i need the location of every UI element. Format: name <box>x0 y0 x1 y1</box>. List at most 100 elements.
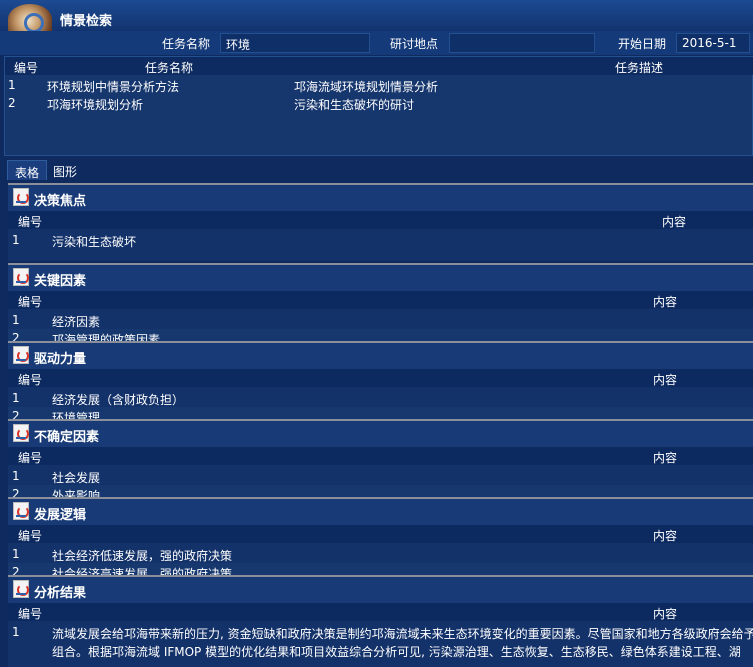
section-column-header: 编号 内容 <box>8 447 753 465</box>
row-id: 1 <box>12 233 20 247</box>
tab-table[interactable]: 表格 <box>7 160 48 180</box>
window-title: 情景检索 <box>60 14 113 29</box>
list-item[interactable]: 2 社会经济高速发展，强的政府决策 <box>8 563 753 575</box>
row-id: 1 <box>12 313 20 327</box>
section-title: 关键因素 <box>34 274 87 289</box>
row-content: 社会发展 <box>52 471 101 485</box>
col-header-content[interactable]: 内容 <box>653 293 677 310</box>
row-content: 外来影响 <box>52 489 101 497</box>
col-header-content[interactable]: 内容 <box>653 449 677 466</box>
row-content: 组合。根据邛海流域 IFMOP 模型的优化结果和项目效益综合分析可见, 污染源治… <box>52 645 741 659</box>
list-item[interactable]: 1 经济发展（含财政负担） <box>8 389 753 407</box>
section-title: 分析结果 <box>34 586 87 601</box>
list-item[interactable]: 1 社会经济低速发展，强的政府决策 <box>8 545 753 563</box>
row-id: 1 <box>12 625 20 639</box>
row-id: 2 <box>12 565 20 575</box>
section-decision-focus: 决策焦点 编号 内容 1 污染和生态破坏 <box>8 183 753 261</box>
col-header-id[interactable]: 编号 <box>14 59 38 76</box>
list-item[interactable]: 2 外来影响 <box>8 485 753 497</box>
col-header-content[interactable]: 内容 <box>653 527 677 544</box>
row-content: 社会经济高速发展，强的政府决策 <box>52 567 233 575</box>
title-bar: 情景检索 <box>0 0 753 34</box>
col-header-content[interactable]: 内容 <box>653 371 677 388</box>
list-item[interactable]: 1 社会发展 <box>8 467 753 485</box>
java-icon <box>13 580 29 598</box>
col-header-id[interactable]: 编号 <box>18 605 42 622</box>
section-column-header: 编号 内容 <box>8 603 753 621</box>
table-row[interactable]: 1 环境规划中情景分析方法 邛海流域环境规划情景分析 <box>5 76 753 94</box>
section-header: 分析结果 <box>8 577 753 603</box>
col-header-task-desc[interactable]: 任务描述 <box>615 59 663 76</box>
filter-bar: 任务名称 环境 研讨地点 开始日期 2016-5-1 <box>0 31 753 55</box>
section-title: 不确定因素 <box>34 430 100 445</box>
list-item[interactable]: 组合。根据邛海流域 IFMOP 模型的优化结果和项目效益综合分析可见, 污染源治… <box>8 641 753 659</box>
java-icon <box>13 268 29 286</box>
list-item[interactable]: 1 污染和生态破坏 <box>8 231 753 249</box>
row-id: 2 <box>12 331 20 341</box>
col-header-id[interactable]: 编号 <box>18 293 42 310</box>
section-header: 不确定因素 <box>8 421 753 447</box>
cell-task-name: 环境规划中情景分析方法 <box>47 80 180 94</box>
section-header: 决策焦点 <box>8 185 753 211</box>
task-name-label: 任务名称 <box>162 37 211 51</box>
row-id: 1 <box>12 547 20 561</box>
row-content: 社会经济低速发展，强的政府决策 <box>52 549 233 563</box>
col-header-id[interactable]: 编号 <box>18 213 42 230</box>
col-header-id[interactable]: 编号 <box>18 449 42 466</box>
section-header: 发展逻辑 <box>8 499 753 525</box>
col-header-id[interactable]: 编号 <box>18 527 42 544</box>
java-icon <box>13 502 29 520</box>
cell-task-desc: 邛海流域环境规划情景分析 <box>294 80 439 94</box>
section-header: 驱动力量 <box>8 343 753 369</box>
row-content: 经济发展（含财政负担） <box>52 393 185 407</box>
location-label: 研讨地点 <box>390 37 439 51</box>
col-header-id[interactable]: 编号 <box>18 371 42 388</box>
row-id: 2 <box>12 487 20 497</box>
section-column-header: 编号 内容 <box>8 525 753 543</box>
section-key-factors: 关键因素 编号 内容 1 经济因素 2 邛海管理的政策因素 <box>8 263 753 341</box>
list-item[interactable]: 1 流域发展会给邛海带来新的压力, 资金短缺和政府决策是制约邛海流域未来生态环境… <box>8 623 753 641</box>
row-content: 流域发展会给邛海带来新的压力, 资金短缺和政府决策是制约邛海流域未来生态环境变化… <box>52 627 753 641</box>
start-date-input[interactable]: 2016-5-1 <box>676 33 750 53</box>
col-header-task-name[interactable]: 任务名称 <box>145 59 193 76</box>
list-item[interactable]: 2 邛海管理的政策因素 <box>8 329 753 341</box>
table-row[interactable]: 2 邛海环境规划分析 污染和生态破坏的研讨 <box>5 94 753 112</box>
list-item[interactable]: 1 经济因素 <box>8 311 753 329</box>
sections-panel: 决策焦点 编号 内容 1 污染和生态破坏 关键因素 编号 内容 1 经济因素 2… <box>8 183 753 667</box>
section-title: 发展逻辑 <box>34 508 87 523</box>
row-content: 邛海管理的政策因素 <box>52 333 161 341</box>
app-logo-icon <box>8 4 52 34</box>
view-tabs: 表格 图形 <box>4 158 753 180</box>
section-header: 关键因素 <box>8 265 753 291</box>
col-header-content[interactable]: 内容 <box>653 605 677 622</box>
cell-task-name: 邛海环境规划分析 <box>47 98 144 112</box>
row-content: 污染和生态破坏 <box>52 235 137 249</box>
java-icon <box>13 346 29 364</box>
task-name-input[interactable]: 环境 <box>220 33 370 53</box>
list-item[interactable]: 2 环境管理 <box>8 407 753 419</box>
section-column-header: 编号 内容 <box>8 369 753 387</box>
section-development-logic: 发展逻辑 编号 内容 1 社会经济低速发展，强的政府决策 2 社会经济高速发展，… <box>8 497 753 575</box>
section-column-header: 编号 内容 <box>8 291 753 309</box>
col-header-content[interactable]: 内容 <box>662 213 686 230</box>
section-driving-forces: 驱动力量 编号 内容 1 经济发展（含财政负担） 2 环境管理 <box>8 341 753 419</box>
cell-id: 2 <box>8 96 16 110</box>
section-analysis-result: 分析结果 编号 内容 1 流域发展会给邛海带来新的压力, 资金短缺和政府决策是制… <box>8 575 753 667</box>
cell-id: 1 <box>8 78 16 92</box>
tab-chart[interactable]: 图形 <box>46 160 84 180</box>
task-table: 编号 任务名称 任务描述 1 环境规划中情景分析方法 邛海流域环境规划情景分析 … <box>4 56 753 156</box>
java-icon <box>13 424 29 442</box>
row-id: 1 <box>12 391 20 405</box>
java-icon <box>13 188 29 206</box>
start-date-label: 开始日期 <box>618 37 667 51</box>
section-title: 决策焦点 <box>34 194 87 209</box>
cell-task-desc: 污染和生态破坏的研讨 <box>294 98 415 112</box>
row-content: 环境管理 <box>52 411 101 419</box>
task-table-header: 编号 任务名称 任务描述 <box>5 57 753 75</box>
row-content: 经济因素 <box>52 315 101 329</box>
section-title: 驱动力量 <box>34 352 87 367</box>
row-id: 2 <box>12 409 20 419</box>
location-input[interactable] <box>449 33 595 53</box>
section-column-header: 编号 内容 <box>8 211 753 229</box>
section-uncertain-factors: 不确定因素 编号 内容 1 社会发展 2 外来影响 <box>8 419 753 497</box>
